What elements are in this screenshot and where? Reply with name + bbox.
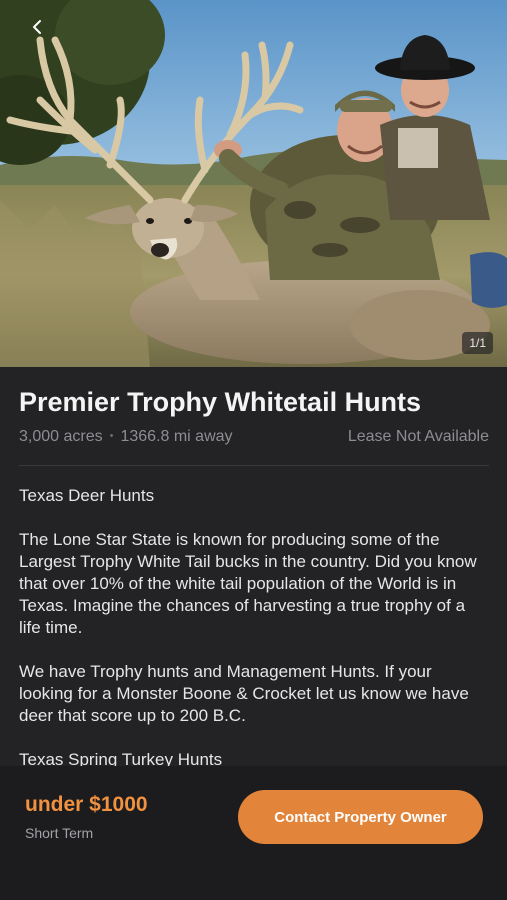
lease-status: Lease Not Available [347, 428, 489, 445]
hero-photo-carousel[interactable]: 1/1 [0, 0, 507, 367]
listing-title: Premier Trophy Whitetail Hunts [19, 387, 422, 417]
image-counter: 1/1 [462, 332, 493, 354]
back-button[interactable] [22, 12, 52, 42]
listing-description: Texas Deer Hunts The Lone Star State is … [19, 485, 489, 766]
listing-detail-screen: 1/1 Premier Trophy Whitetail Hunts 3,000… [0, 0, 507, 900]
contact-property-owner-button[interactable]: Contact Property Owner [238, 790, 483, 844]
description-paragraph: The Lone Star State is known for produci… [19, 530, 477, 637]
description-heading: Texas Spring Turkey Hunts [19, 750, 223, 766]
listing-details: Premier Trophy Whitetail Hunts 3,000 acr… [0, 367, 507, 766]
distance-label: 1366.8 mi away [120, 428, 233, 445]
description-heading: Texas Deer Hunts [19, 486, 155, 505]
description-paragraph: We have Trophy hunts and Management Hunt… [19, 662, 469, 725]
divider [19, 465, 489, 466]
meta-separator: • [109, 430, 114, 442]
hunting-photo [0, 0, 507, 367]
price-label: under $1000 [25, 793, 148, 816]
chevron-left-icon [33, 20, 41, 34]
meta-left: 3,000 acres • 1366.8 mi away [19, 428, 233, 446]
listing-meta: 3,000 acres • 1366.8 mi away Lease Not Ava… [19, 428, 489, 448]
term-label: Short Term [25, 825, 94, 841]
bottom-action-bar: under $1000 Short Term Contact Property … [0, 766, 507, 900]
acres-label: 3,000 acres [19, 428, 103, 445]
